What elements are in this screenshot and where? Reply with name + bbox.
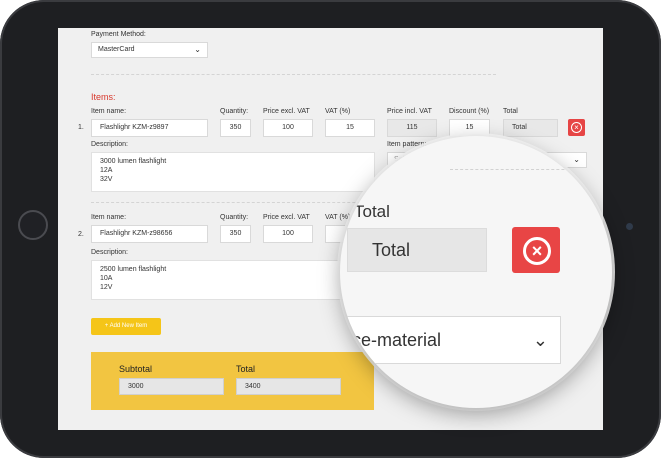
description-textarea[interactable]: 2500 lumen flashlight 10A 12V (91, 260, 375, 300)
close-circle-icon: × (523, 237, 551, 265)
payment-method-value: MasterCard (98, 46, 135, 53)
magnifier-lens: Total Total × ce-material ⌄ (340, 136, 612, 408)
quantity-label: Quantity: (220, 214, 249, 221)
quantity-input[interactable]: 350 (220, 225, 251, 243)
magnified-item-pattern-select[interactable]: ce-material ⌄ (347, 316, 561, 364)
quantity-label: Quantity: (220, 108, 249, 115)
camera-dot (626, 223, 633, 230)
totals-panel: Subtotal 3000 Total 3400 (91, 352, 374, 410)
price-excl-input[interactable]: 100 (263, 119, 313, 137)
payment-method-label: Payment Method: (91, 31, 146, 38)
subtotal-field: 3000 (119, 378, 224, 395)
item-name-input[interactable]: Flashlighr KZM-z9897 (91, 119, 208, 137)
section-divider (450, 169, 610, 170)
description-line: 3000 lumen flashlight (100, 158, 167, 165)
total-field: 3400 (236, 378, 341, 395)
magnified-delete-button[interactable]: × (512, 227, 560, 273)
total-label: Total (236, 364, 256, 374)
discount-input[interactable]: 15 (449, 119, 490, 137)
subtotal-label: Subtotal (119, 364, 153, 374)
discount-label: Discount (%) (449, 108, 490, 115)
item-index: 2. (78, 231, 84, 238)
chevron-down-icon: ⌄ (573, 155, 580, 164)
item-name-label: Item name: (91, 214, 127, 221)
description-line: 32V (100, 176, 113, 183)
item-index: 1. (78, 124, 84, 131)
tablet-frame: Payment Method: MasterCard ⌄ Items: Item… (0, 0, 661, 458)
items-title: Items: (91, 92, 116, 102)
delete-item-button[interactable]: × (568, 119, 585, 136)
description-label: Description: (91, 249, 128, 256)
magnified-pattern-value: ce-material (352, 330, 442, 350)
description-line: 10A (100, 275, 113, 282)
item-name-label: Item name: (91, 108, 127, 115)
magnified-total-label: Total (354, 202, 390, 221)
vat-label: VAT (%) (325, 214, 351, 221)
price-incl-field: 115 (387, 119, 437, 137)
description-line: 12A (100, 167, 113, 174)
home-button[interactable] (18, 210, 48, 240)
add-new-item-button[interactable]: + Add New Item (91, 318, 161, 335)
price-excl-label: Price excl. VAT (263, 214, 310, 221)
description-line: 12V (100, 284, 113, 291)
magnified-total-field: Total (347, 228, 487, 272)
chevron-down-icon: ⌄ (532, 330, 548, 350)
total-label: Total (503, 108, 518, 115)
close-circle-icon: × (571, 122, 582, 133)
price-incl-label: Price incl. VAT (387, 108, 432, 115)
section-divider (91, 74, 496, 75)
vat-input[interactable]: 15 (325, 119, 375, 137)
price-excl-input[interactable]: 100 (263, 225, 313, 243)
vat-label: VAT (%) (325, 108, 351, 115)
quantity-input[interactable]: 350 (220, 119, 251, 137)
description-textarea[interactable]: 3000 lumen flashlight 12A 32V (91, 152, 375, 192)
item-name-input[interactable]: Flashlighr KZM-z98656 (91, 225, 208, 243)
description-label: Description: (91, 141, 128, 148)
chevron-down-icon: ⌄ (194, 45, 201, 54)
total-field: Total (503, 119, 558, 137)
price-excl-label: Price excl. VAT (263, 108, 310, 115)
payment-method-select[interactable]: MasterCard ⌄ (91, 42, 208, 58)
description-line: 2500 lumen flashlight (100, 266, 167, 273)
